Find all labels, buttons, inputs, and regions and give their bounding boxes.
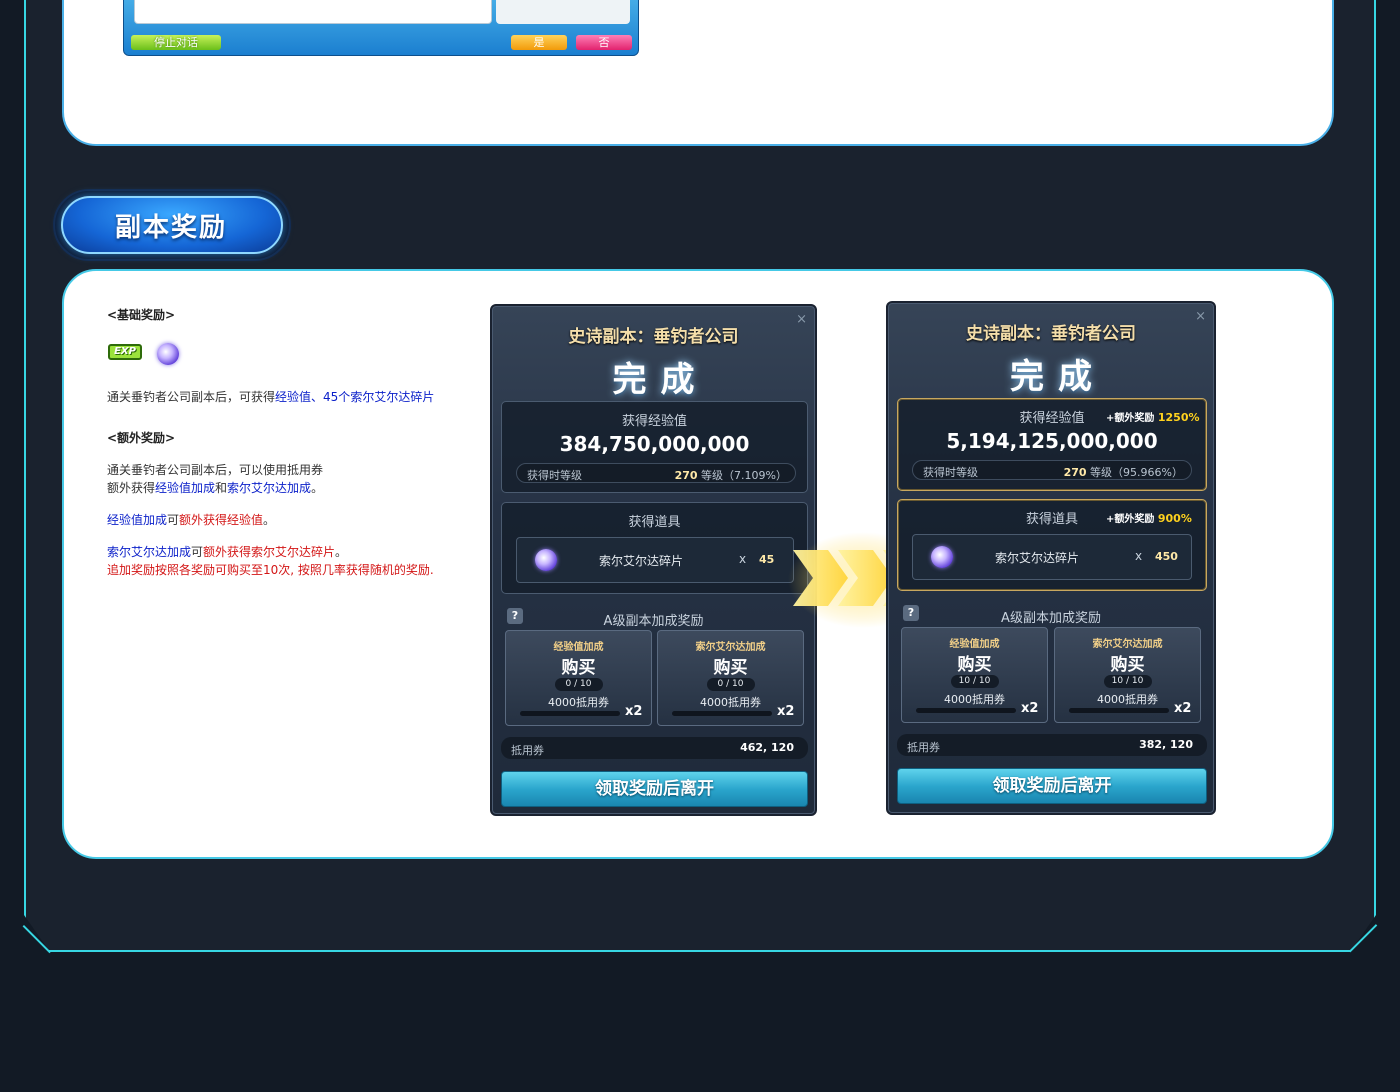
card-title: 经验值加成 bbox=[949, 639, 1000, 650]
exp-value: 5,194,125,000,000 bbox=[946, 429, 1158, 453]
item-quantity: 45 bbox=[759, 553, 775, 566]
stop-dialog-button[interactable]: 停止对话 bbox=[131, 35, 221, 50]
buy-button[interactable]: 购买 bbox=[902, 650, 1047, 675]
exp-label: 获得经验值 bbox=[621, 414, 687, 429]
card-bar bbox=[1069, 708, 1169, 713]
exp-bonus-text: 经验值加成可额外获得经验值。 bbox=[107, 513, 276, 527]
card-multiplier: x2 bbox=[777, 704, 795, 719]
sol-erda-shard-icon bbox=[535, 549, 557, 571]
sol-erda-shard-icon bbox=[157, 343, 179, 365]
level-value: 270 等级（7.109%） bbox=[674, 469, 787, 482]
coupon-value: 462, 120 bbox=[740, 741, 794, 754]
item-row: 索尔艾尔达碎片 x 450 bbox=[912, 534, 1192, 580]
exp-bonus-card[interactable]: 经验值加成 购买 0 / 10 4000抵用券 x2 bbox=[505, 630, 652, 726]
item-row: 索尔艾尔达碎片 x 45 bbox=[516, 537, 794, 583]
card-multiplier: x2 bbox=[1174, 701, 1192, 716]
item-name: 索尔艾尔达碎片 bbox=[599, 554, 684, 568]
item-multiplier: x bbox=[739, 552, 747, 566]
reward-window-after: × 史诗副本：垂钓者公司 完成 获得经验值 +额外奖励 1250% 5,194,… bbox=[886, 301, 1216, 815]
window-title: 史诗副本：垂钓者公司 bbox=[966, 324, 1136, 344]
reward-window-before: × 史诗副本：垂钓者公司 完成 获得经验值 384,750,000,000 获得… bbox=[490, 304, 817, 816]
card-multiplier: x2 bbox=[1021, 701, 1039, 716]
items-box: 获得道具 +额外奖励 900% 索尔艾尔达碎片 x 450 bbox=[897, 499, 1207, 591]
extra-reward-text: 通关垂钓者公司副本后，可以使用抵用券 额外获得经验值加成和索尔艾尔达加成。 bbox=[107, 463, 324, 495]
exp-value: 384,750,000,000 bbox=[559, 432, 750, 456]
card-title: 索尔艾尔达加成 bbox=[695, 642, 766, 653]
complete-text: 完成 bbox=[612, 360, 709, 400]
purchase-count: 0 / 10 bbox=[554, 678, 603, 691]
sol-erda-shard-icon bbox=[931, 546, 953, 568]
coupon-label: 抵用券 bbox=[907, 741, 940, 754]
extra-reward-heading: <额外奖励> bbox=[107, 431, 176, 445]
buy-button[interactable]: 购买 bbox=[506, 653, 651, 678]
bonus-title: A级副本加成奖励 bbox=[603, 614, 704, 629]
dialog-text-area bbox=[134, 0, 492, 24]
level-value: 270 等级（95.966%） bbox=[1063, 466, 1183, 479]
window-title: 史诗副本：垂钓者公司 bbox=[568, 327, 739, 347]
claim-and-leave-button[interactable]: 领取奖励后离开 bbox=[897, 768, 1207, 804]
purchase-count: 10 / 10 bbox=[1103, 675, 1152, 688]
exp-box: 获得经验值 384,750,000,000 获得时等级 270 等级（7.109… bbox=[501, 401, 808, 493]
yes-button[interactable]: 是 bbox=[511, 35, 567, 50]
level-label: 获得时等级 bbox=[527, 469, 582, 482]
coupon-bar: 抵用券 462, 120 bbox=[501, 737, 808, 759]
item-bonus-badge: +额外奖励 900% bbox=[1106, 512, 1192, 525]
section-title: 副本奖励 bbox=[115, 212, 228, 243]
section-header: 副本奖励 bbox=[61, 196, 283, 254]
card-title: 经验值加成 bbox=[553, 642, 604, 653]
exp-bonus-badge: +额外奖励 1250% bbox=[1106, 411, 1200, 424]
frame-bottom-edge bbox=[49, 950, 1350, 952]
items-label: 获得道具 bbox=[628, 515, 681, 530]
card-bar bbox=[916, 708, 1016, 713]
claim-and-leave-button[interactable]: 领取奖励后离开 bbox=[501, 771, 808, 807]
item-quantity: 450 bbox=[1155, 550, 1178, 563]
item-name: 索尔艾尔达碎片 bbox=[995, 551, 1080, 565]
purchase-count: 10 / 10 bbox=[950, 675, 999, 688]
level-label: 获得时等级 bbox=[923, 466, 978, 479]
exp-icon: EXP bbox=[108, 344, 142, 360]
level-bar: 获得时等级 270 等级（7.109%） bbox=[516, 463, 796, 483]
coupon-bar: 抵用券 382, 120 bbox=[897, 734, 1207, 756]
card-title: 索尔艾尔达加成 bbox=[1092, 639, 1163, 650]
exp-bonus-card[interactable]: 经验值加成 购买 10 / 10 4000抵用券 x2 bbox=[901, 627, 1048, 723]
buy-button[interactable]: 购买 bbox=[1055, 650, 1200, 675]
card-bar bbox=[520, 711, 620, 716]
coupon-value: 382, 120 bbox=[1139, 738, 1193, 751]
npc-dialog-window: 停止对话 是 否 bbox=[123, 0, 639, 56]
basic-reward-heading: <基础奖励> bbox=[107, 308, 176, 322]
level-bar: 获得时等级 270 等级（95.966%） bbox=[912, 460, 1192, 480]
bonus-title: A级副本加成奖励 bbox=[1001, 611, 1101, 626]
shard-bonus-text: 索尔艾尔达加成可额外获得索尔艾尔达碎片。 追加奖励按照各奖励可购买至10次, 按… bbox=[107, 545, 434, 577]
shard-bonus-card[interactable]: 索尔艾尔达加成 购买 10 / 10 4000抵用券 x2 bbox=[1054, 627, 1201, 723]
exp-box: 获得经验值 +额外奖励 1250% 5,194,125,000,000 获得时等… bbox=[897, 398, 1207, 491]
coupon-label: 抵用券 bbox=[511, 744, 544, 757]
complete-text: 完成 bbox=[1010, 357, 1106, 397]
basic-reward-text: 通关垂钓者公司副本后，可获得经验值、45个索尔艾尔达碎片 bbox=[107, 390, 435, 404]
no-button[interactable]: 否 bbox=[576, 35, 632, 50]
item-multiplier: x bbox=[1135, 549, 1143, 563]
card-multiplier: x2 bbox=[625, 704, 643, 719]
purchase-count: 0 / 10 bbox=[706, 678, 755, 691]
shard-bonus-card[interactable]: 索尔艾尔达加成 购买 0 / 10 4000抵用券 x2 bbox=[657, 630, 804, 726]
items-box: 获得道具 索尔艾尔达碎片 x 45 bbox=[501, 502, 808, 594]
dialog-side-area bbox=[496, 0, 630, 24]
buy-button[interactable]: 购买 bbox=[658, 653, 803, 678]
card-bar bbox=[672, 711, 772, 716]
